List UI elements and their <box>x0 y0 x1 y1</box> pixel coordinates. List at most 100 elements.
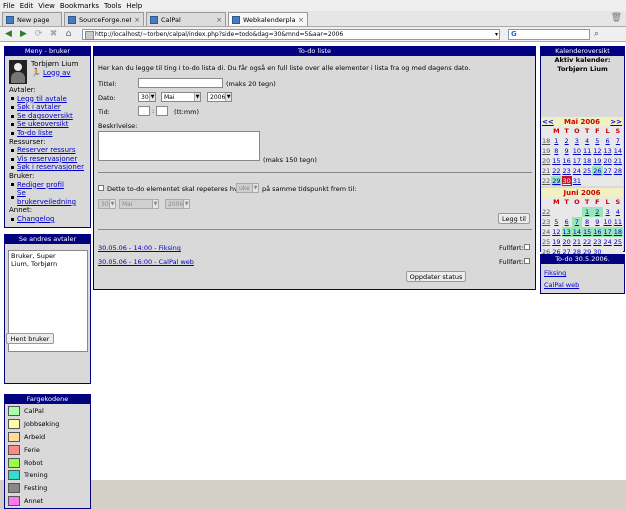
week-number[interactable]: 18 <box>541 136 551 146</box>
repeat-month-select[interactable]: Mai ▼ <box>119 199 159 209</box>
menu-item[interactable]: Se ukeoversikt <box>9 120 86 129</box>
browser-tab-1[interactable]: New page <box>2 12 62 26</box>
menu-help[interactable]: Help <box>126 2 142 10</box>
calendar-day[interactable]: 26 <box>592 166 603 176</box>
week-number[interactable]: 22 <box>541 207 551 217</box>
calendar-day[interactable]: 10 <box>572 146 582 156</box>
calendar-day[interactable]: 9 <box>562 146 572 156</box>
fetch-user-button[interactable]: Hent bruker <box>6 333 54 344</box>
menu-tools[interactable]: Tools <box>104 2 121 10</box>
calendar-day[interactable]: 31 <box>572 176 582 186</box>
calendar-day[interactable]: 10 <box>603 217 613 227</box>
week-number[interactable]: 25 <box>541 237 551 247</box>
calendar-day[interactable]: 7 <box>613 136 623 146</box>
calendar-day[interactable]: 18 <box>582 156 592 166</box>
calendar-day[interactable]: 1 <box>551 136 561 146</box>
browser-tab-4[interactable]: Webkalenderplanleg...× <box>228 12 308 26</box>
calendar-day[interactable]: 20 <box>603 156 613 166</box>
calendar-day[interactable]: 17 <box>602 227 613 237</box>
calendar-day[interactable]: 11 <box>582 146 592 156</box>
week-number[interactable]: 21 <box>541 166 551 176</box>
time-minute-input[interactable] <box>156 106 168 116</box>
stop-icon[interactable]: ✖ <box>48 29 59 39</box>
calendar-day[interactable]: 7 <box>571 217 582 227</box>
calendar-day[interactable]: 15 <box>582 227 593 237</box>
week-number[interactable]: 20 <box>541 156 551 166</box>
add-todo-button[interactable]: Legg til <box>498 213 530 224</box>
calendar-day[interactable]: 23 <box>592 237 602 247</box>
menu-item[interactable]: Changelog <box>9 215 86 224</box>
next-month-link[interactable]: >> <box>610 118 622 126</box>
menu-item[interactable]: Legg til avtale <box>9 95 86 104</box>
todo-date-item[interactable]: CalPal web <box>541 279 624 291</box>
calendar-day[interactable]: 9 <box>592 217 602 227</box>
time-hour-input[interactable] <box>138 106 150 116</box>
calendar-day[interactable]: 27 <box>603 166 613 176</box>
update-status-button[interactable]: Oppdater status <box>406 271 466 282</box>
calendar-day[interactable]: 16 <box>592 227 603 237</box>
calendar-day[interactable]: 3 <box>603 207 613 217</box>
url-bar[interactable]: http://localhost/~torben/calpal/index.ph… <box>82 28 500 40</box>
prev-month-link[interactable]: << <box>542 118 554 126</box>
calendar-day[interactable]: 12 <box>551 227 561 237</box>
description-textarea[interactable] <box>98 131 260 161</box>
calendar-day[interactable]: 30 <box>561 176 572 186</box>
calendar-day[interactable]: 21 <box>572 237 582 247</box>
calendar-day[interactable]: 18 <box>612 227 623 237</box>
calendar-day[interactable]: 22 <box>582 237 592 247</box>
title-input[interactable] <box>138 78 223 88</box>
logout-link[interactable]: 🏃 Logg av <box>31 68 78 77</box>
menu-edit[interactable]: Edit <box>20 2 34 10</box>
calendar-day[interactable]: 21 <box>613 156 623 166</box>
repeat-checkbox[interactable] <box>98 185 104 191</box>
user-option[interactable]: Bruker, Super <box>11 252 85 260</box>
week-number[interactable]: 22 <box>541 176 551 186</box>
calendar-day[interactable]: 19 <box>551 237 561 247</box>
menu-item[interactable]: Reserver ressurs <box>9 146 86 155</box>
calendar-day[interactable]: 20 <box>562 237 572 247</box>
menu-item[interactable]: To-do liste <box>9 129 86 138</box>
week-number[interactable]: 23 <box>541 217 551 227</box>
calendar-day[interactable]: 11 <box>613 217 623 227</box>
menu-file[interactable]: File <box>3 2 15 10</box>
menu-item[interactable]: Søk i reservasjoner <box>9 163 86 172</box>
calendar-day[interactable]: 8 <box>582 217 592 227</box>
menu-view[interactable]: View <box>38 2 55 10</box>
trash-icon[interactable]: 🗑 <box>611 13 622 23</box>
calendar-day[interactable]: 14 <box>613 146 623 156</box>
date-day-select[interactable]: 30 ▼ <box>138 92 156 102</box>
week-number[interactable]: 19 <box>541 146 551 156</box>
calendar-day[interactable]: 5 <box>592 136 602 146</box>
calendar-day[interactable]: 8 <box>551 146 561 156</box>
calendar-day[interactable]: 15 <box>551 156 561 166</box>
menu-item[interactable]: Se dagsoversikt <box>9 112 86 121</box>
forward-icon[interactable]: ▶ <box>18 29 29 39</box>
calendar-day[interactable]: 29 <box>551 176 562 186</box>
calendar-day[interactable]: 2 <box>592 207 603 217</box>
repeat-year-select[interactable]: 2006 ▼ <box>165 199 190 209</box>
calendar-day[interactable]: 14 <box>571 227 582 237</box>
calendar-day[interactable]: 22 <box>551 166 561 176</box>
calendar-day[interactable]: 24 <box>572 166 582 176</box>
close-icon[interactable]: × <box>298 16 304 24</box>
calendar-day[interactable]: 25 <box>582 166 592 176</box>
calendar-day[interactable]: 6 <box>603 136 613 146</box>
browser-tab-2[interactable]: SourceForge.net: Cal...× <box>64 12 144 26</box>
calendar-day[interactable]: 4 <box>582 136 592 146</box>
calendar-day[interactable]: 13 <box>603 146 613 156</box>
repeat-day-select[interactable]: 30 ▼ <box>98 199 116 209</box>
calendar-day[interactable]: 17 <box>572 156 582 166</box>
calendar-day[interactable]: 12 <box>592 146 602 156</box>
home-icon[interactable]: ⌂ <box>63 29 74 39</box>
repeat-unit-select[interactable]: uke ▼ <box>236 183 259 193</box>
calendar-day[interactable]: 5 <box>551 217 561 227</box>
user-option[interactable]: Lium, Torbjørn <box>11 260 85 268</box>
menu-item[interactable]: Se brukerveiledning <box>9 189 86 206</box>
calendar-day[interactable]: 4 <box>613 207 623 217</box>
calendar-day[interactable]: 13 <box>561 227 572 237</box>
search-icon[interactable]: ⌕ <box>594 29 599 39</box>
calendar-day[interactable]: 6 <box>562 217 572 227</box>
calendar-day[interactable]: 1 <box>582 207 593 217</box>
done-checkbox-1[interactable] <box>524 244 530 250</box>
calendar-day[interactable]: 2 <box>562 136 572 146</box>
